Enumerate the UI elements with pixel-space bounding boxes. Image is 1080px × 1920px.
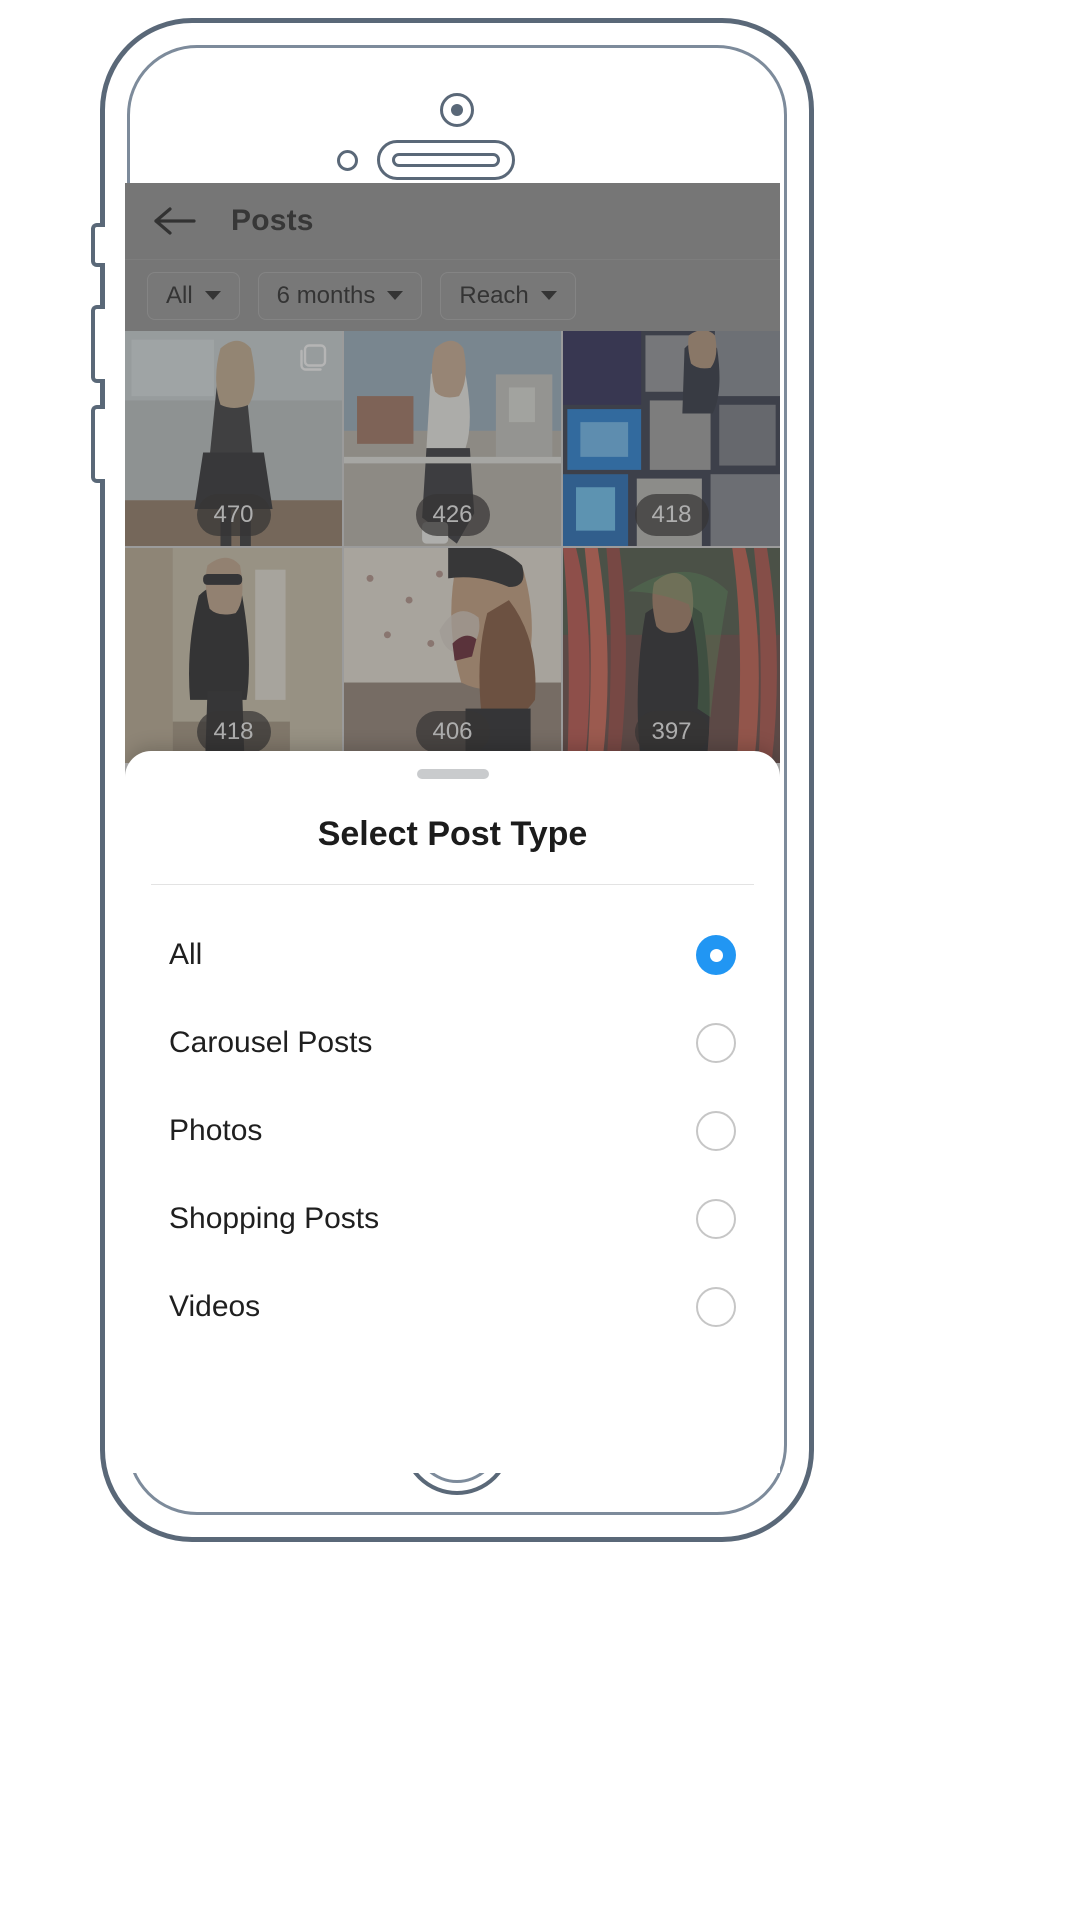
volume-down-button[interactable] bbox=[91, 405, 105, 483]
sheet-drag-handle[interactable] bbox=[416, 769, 489, 779]
radio-button-photos[interactable] bbox=[696, 1111, 736, 1151]
post-thumbnail[interactable]: 470 bbox=[125, 331, 342, 546]
option-label: Videos bbox=[169, 1290, 261, 1323]
posts-grid: 470 426 418 418 406 397 bbox=[125, 331, 780, 763]
post-type-option-all[interactable]: All bbox=[169, 911, 736, 999]
option-label: Photos bbox=[169, 1114, 263, 1147]
radio-button-shopping-posts[interactable] bbox=[696, 1199, 736, 1239]
post-type-option-photos[interactable]: Photos bbox=[169, 1087, 736, 1175]
post-type-option-carousel-posts[interactable]: Carousel Posts bbox=[169, 999, 736, 1087]
option-label: Carousel Posts bbox=[169, 1026, 373, 1059]
post-metric-badge: 418 bbox=[196, 711, 271, 753]
post-thumbnail[interactable]: 426 bbox=[344, 331, 561, 546]
filter-chip-post-type-label: All bbox=[166, 281, 193, 309]
silent-switch-button[interactable] bbox=[91, 223, 105, 267]
filter-chip-metric[interactable]: Reach bbox=[440, 271, 576, 320]
page-title: Posts bbox=[231, 204, 314, 237]
filter-chip-post-type[interactable]: All bbox=[147, 271, 240, 320]
filter-chip-metric-label: Reach bbox=[459, 281, 529, 309]
post-type-option-videos[interactable]: Videos bbox=[169, 1263, 736, 1351]
phone-screen: Posts All 6 months Reach 470 426 418 418… bbox=[125, 183, 780, 1473]
chevron-down-icon bbox=[540, 291, 557, 300]
earpiece-speaker-icon bbox=[377, 140, 515, 180]
carousel-icon bbox=[298, 343, 328, 373]
post-thumbnail[interactable]: 418 bbox=[125, 548, 342, 763]
filter-bar: All 6 months Reach bbox=[125, 259, 780, 331]
option-label: All bbox=[169, 938, 203, 971]
post-metric-badge: 426 bbox=[415, 494, 490, 536]
proximity-sensor-icon bbox=[337, 150, 358, 171]
volume-up-button[interactable] bbox=[91, 305, 105, 383]
filter-chip-time-range[interactable]: 6 months bbox=[257, 271, 423, 320]
post-type-option-shopping-posts[interactable]: Shopping Posts bbox=[169, 1175, 736, 1263]
chevron-down-icon bbox=[204, 291, 221, 300]
radio-button-carousel-posts[interactable] bbox=[696, 1023, 736, 1063]
front-camera-icon bbox=[440, 93, 474, 127]
post-metric-badge: 418 bbox=[634, 494, 709, 536]
chevron-down-icon bbox=[387, 291, 404, 300]
post-thumbnail[interactable]: 418 bbox=[563, 331, 780, 546]
radio-button-videos[interactable] bbox=[696, 1287, 736, 1327]
option-label: Shopping Posts bbox=[169, 1202, 380, 1235]
app-bar: Posts bbox=[125, 183, 780, 259]
post-thumbnail[interactable]: 406 bbox=[344, 548, 561, 763]
back-button[interactable] bbox=[151, 197, 199, 245]
post-thumbnail[interactable]: 397 bbox=[563, 548, 780, 763]
radio-button-all[interactable] bbox=[696, 935, 736, 975]
select-post-type-sheet: Select Post Type All Carousel Posts Phot… bbox=[125, 751, 780, 1473]
post-type-option-list: All Carousel Posts Photos Shopping Posts… bbox=[125, 885, 780, 1351]
post-metric-badge: 470 bbox=[196, 494, 271, 536]
sheet-title: Select Post Type bbox=[317, 815, 588, 853]
filter-chip-time-range-label: 6 months bbox=[276, 281, 376, 309]
post-metric-badge: 397 bbox=[634, 711, 709, 753]
post-metric-badge: 406 bbox=[415, 711, 490, 753]
